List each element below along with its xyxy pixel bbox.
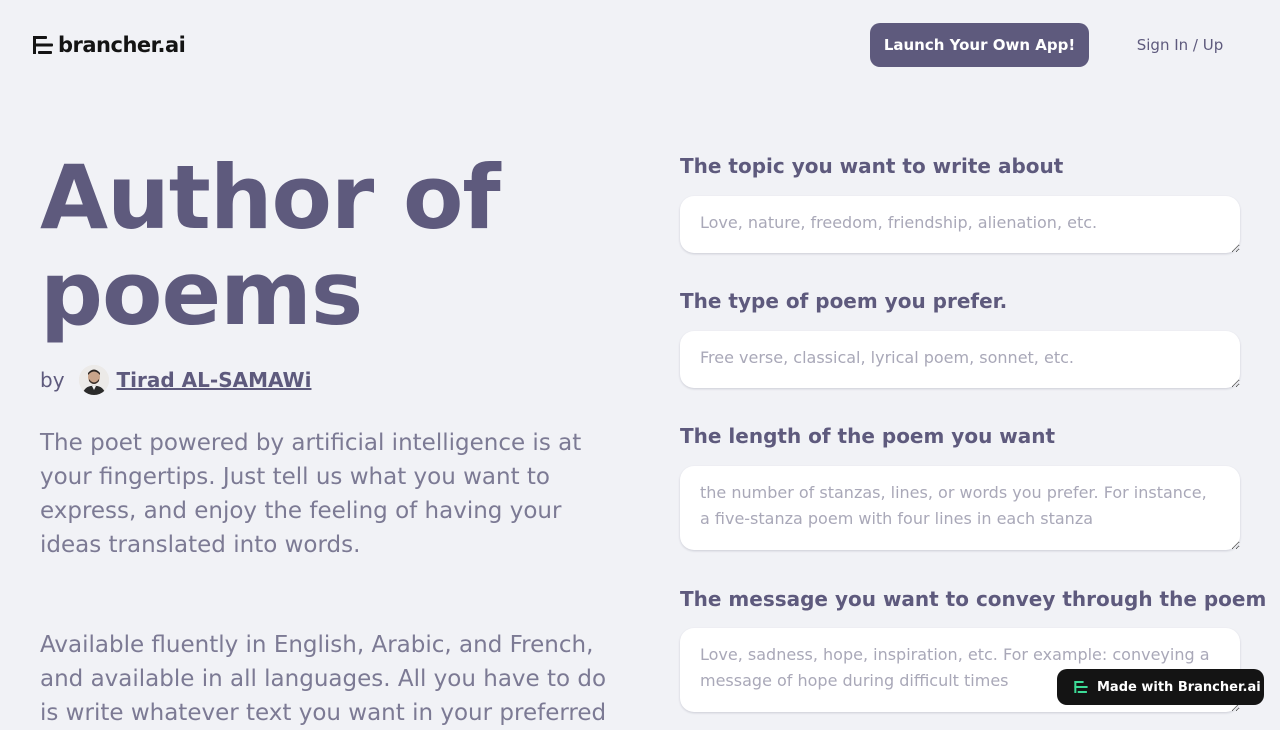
title-line-2: poems xyxy=(40,242,363,345)
author-link[interactable]: Tirad AL-SAMAWi xyxy=(117,368,312,392)
header: brancher.ai Launch Your Own App! Sign In… xyxy=(0,0,1280,90)
author-avatar xyxy=(78,365,109,395)
brancher-logo-icon xyxy=(1074,681,1088,693)
title-line-1: Author of xyxy=(40,146,501,249)
badge-label: Made with Brancher.ai xyxy=(1097,679,1261,695)
logo-text: brancher.ai xyxy=(58,33,186,57)
launch-app-button[interactable]: Launch Your Own App! xyxy=(870,23,1089,67)
length-field[interactable] xyxy=(680,466,1240,550)
poem-type-label: The type of poem you prefer. xyxy=(680,289,1008,313)
avatar-icon xyxy=(78,365,109,395)
sign-in-link[interactable]: Sign In / Up xyxy=(1120,23,1240,67)
topic-field[interactable] xyxy=(680,196,1240,253)
message-label: The message you want to convey through t… xyxy=(680,587,1267,611)
description: The poet powered by artificial intellige… xyxy=(40,430,582,558)
byline: by Tirad AL-SAMAWi xyxy=(40,362,311,398)
topic-label: The topic you want to write about xyxy=(680,154,1064,178)
brancher-logo-icon xyxy=(33,36,53,54)
page-title: Author of poems xyxy=(40,150,600,342)
made-with-badge[interactable]: Made with Brancher.ai xyxy=(1057,669,1264,705)
brancher-logo[interactable]: brancher.ai xyxy=(32,30,186,60)
poem-type-field[interactable] xyxy=(680,331,1240,388)
length-label: The length of the poem you want xyxy=(680,424,1056,448)
description-languages: Available fluently in English, Arabic, a… xyxy=(40,632,607,726)
by-label: by xyxy=(40,368,65,392)
